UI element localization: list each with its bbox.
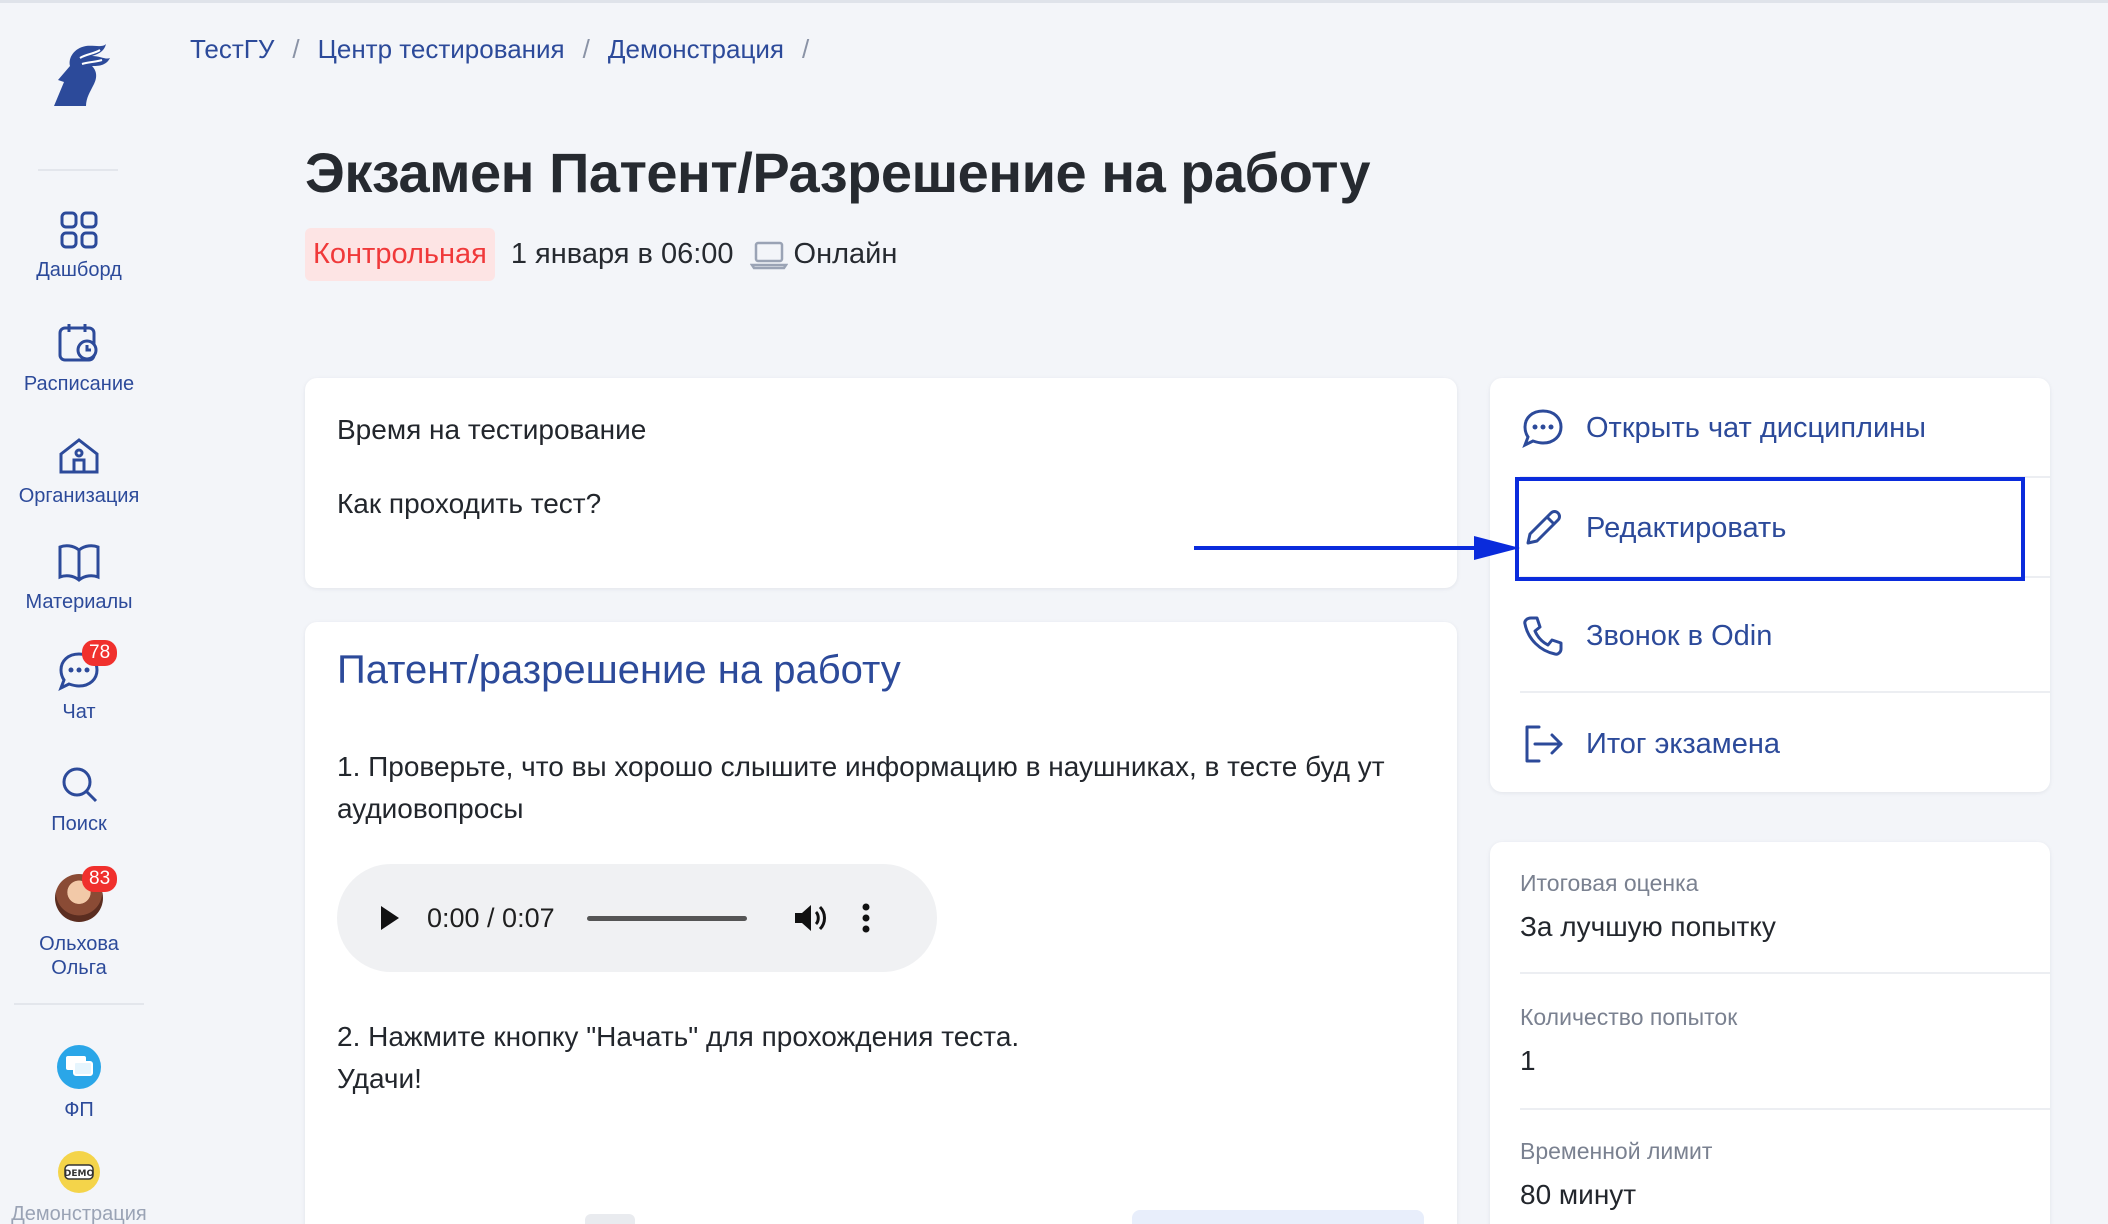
sidebar-item-label: Чат: [62, 701, 96, 723]
sidebar-divider: [14, 1003, 144, 1005]
actions-card: Открыть чат дисциплины Редактировать Зво…: [1490, 378, 2050, 792]
page-title: Экзамен Патент/Разрешение на работу: [305, 141, 1370, 204]
instruction-step-2-line: 2. Нажмите кнопку "Начать" для прохожден…: [337, 1021, 1020, 1052]
sidebar-item-organization[interactable]: Организация: [0, 436, 158, 508]
stat-divider: [1520, 972, 2050, 974]
sidebar: Дашборд Расписание Организация Материалы…: [0, 0, 158, 1224]
stat-value: 1: [1520, 1045, 1536, 1076]
annotation-arrow-icon: [1194, 536, 1520, 560]
sidebar-item-profile[interactable]: 83 Ольхова Ольга: [0, 866, 158, 980]
attempts-stat: Количество попыток 1: [1520, 1004, 1737, 1077]
demo-app-icon: DEMO: [58, 1151, 100, 1193]
calendar-icon: [58, 324, 98, 362]
exam-meta: Контрольная 1 января в 06:00 Онлайн: [305, 228, 897, 281]
sidebar-item-dashboard[interactable]: Дашборд: [0, 210, 158, 282]
sidebar-app-demo[interactable]: DEMO Демонстрация: [0, 1150, 158, 1224]
more-options-icon[interactable]: [861, 902, 871, 934]
instruction-step-1: 1. Проверьте, что вы хорошо слышите инфо…: [337, 751, 1385, 824]
open-discipline-chat-button[interactable]: Открыть чат дисциплины: [1520, 378, 2050, 478]
breadcrumb-separator: /: [801, 34, 810, 64]
fp-app-icon: [57, 1045, 101, 1089]
call-odin-button[interactable]: Звонок в Odin: [1520, 586, 2050, 686]
breadcrumb-separator: /: [582, 34, 590, 64]
audio-player: 0:00 / 0:07: [337, 864, 937, 972]
action-label: Открыть чат дисциплины: [1586, 411, 1926, 444]
breadcrumb-item[interactable]: Демонстрация: [608, 34, 784, 65]
organization-icon: [59, 438, 99, 474]
sidebar-app-fp[interactable]: ФП: [0, 1044, 158, 1122]
sidebar-item-label: Демонстрация: [11, 1203, 147, 1224]
dashboard-icon: [60, 211, 98, 249]
instruction-step-2: 2. Нажмите кнопку "Начать" для прохожден…: [337, 1016, 1427, 1100]
sidebar-item-label: Дашборд: [36, 259, 122, 281]
stat-label: Количество попыток: [1520, 1004, 1738, 1030]
exam-mode: Онлайн: [749, 238, 898, 271]
stat-divider: [1520, 1108, 2050, 1110]
stat-label: Временной лимит: [1520, 1138, 1713, 1164]
audio-time: 0:00 / 0:07: [427, 902, 555, 933]
laptop-icon: [749, 241, 788, 269]
audio-progress-slider[interactable]: [586, 915, 747, 921]
sidebar-divider: [38, 169, 118, 171]
top-border: [0, 0, 2108, 3]
exam-type-badge: Контрольная: [305, 228, 495, 281]
action-label: Звонок в Odin: [1586, 619, 1773, 652]
sidebar-item-label: Поиск: [51, 813, 107, 835]
chat-bubble-icon: [1520, 405, 1566, 451]
how-to-take-test-toggle[interactable]: Как проходить тест?: [337, 488, 601, 520]
profile-badge: 83: [82, 866, 118, 892]
exit-icon: [1520, 721, 1566, 767]
logo-icon[interactable]: [40, 36, 118, 114]
breadcrumb-item[interactable]: Центр тестирования: [318, 34, 565, 65]
exam-settings-card: Итоговая оценка За лучшую попытку Количе…: [1490, 842, 2050, 1224]
stat-label: Итоговая оценка: [1520, 870, 1699, 896]
time-for-test-toggle[interactable]: Время на тестирование: [337, 414, 646, 446]
sidebar-item-materials[interactable]: Материалы: [0, 542, 158, 614]
sidebar-item-label: Материалы: [25, 591, 133, 613]
breadcrumb-item[interactable]: ТестГУ: [190, 34, 274, 65]
book-icon: [58, 544, 100, 582]
description-card: Патент/разрешение на работу 1. Проверьте…: [305, 622, 1457, 1224]
time-limit-stat: Временной лимит 80 минут: [1520, 1138, 1712, 1211]
breadcrumb: ТестГУ / Центр тестирования / Демонстрац…: [190, 34, 809, 65]
play-icon[interactable]: [377, 903, 403, 933]
edit-highlight-box: [1515, 477, 2025, 581]
volume-icon[interactable]: [793, 902, 827, 934]
sidebar-item-label: Организация: [18, 485, 140, 507]
breadcrumb-separator: /: [292, 34, 300, 64]
sidebar-item-label: Ольхова Ольга: [39, 933, 119, 979]
svg-text:DEMO: DEMO: [64, 1169, 95, 1179]
action-divider: [1520, 691, 2050, 693]
sidebar-item-label: Расписание: [23, 373, 135, 395]
instruction-farewell: Удачи!: [337, 1063, 422, 1094]
sidebar-item-chat[interactable]: 78 Чат: [0, 640, 158, 724]
scroll-indicator: [585, 1214, 635, 1224]
stat-value: 80 минут: [1520, 1179, 1637, 1210]
description-heading: Патент/разрешение на работу: [337, 648, 901, 692]
search-icon: [62, 767, 98, 803]
start-button-partial[interactable]: [1132, 1210, 1424, 1224]
sidebar-item-schedule[interactable]: Расписание: [0, 322, 158, 396]
chat-badge: 78: [82, 640, 118, 666]
phone-icon: [1520, 613, 1566, 659]
sidebar-item-label: ФП: [64, 1099, 94, 1121]
action-label: Итог экзамена: [1586, 727, 1781, 760]
exam-mode-label: Онлайн: [793, 238, 898, 270]
stat-value: За лучшую попытку: [1520, 911, 1776, 942]
exam-result-button[interactable]: Итог экзамена: [1520, 694, 2050, 794]
final-grade-stat: Итоговая оценка За лучшую попытку: [1520, 870, 1776, 943]
sidebar-item-search[interactable]: Поиск: [0, 764, 158, 836]
exam-date: 1 января в 06:00: [510, 238, 734, 270]
